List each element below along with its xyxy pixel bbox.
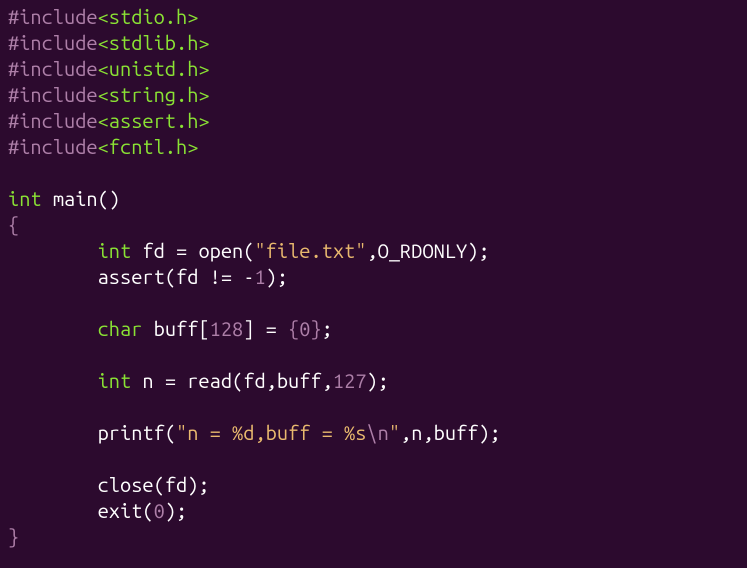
number-zero: 0 xyxy=(154,499,165,522)
line-assert: assert(fd != -1); xyxy=(8,265,288,288)
include-line-4: #include<string.h> xyxy=(8,83,210,106)
line-exit: exit(0); xyxy=(8,499,187,522)
read-function: read xyxy=(187,369,232,392)
buff-variable: buff xyxy=(154,317,199,340)
code-block: #include<stdio.h> #include<stdlib.h> #in… xyxy=(8,4,739,550)
open-brace: { xyxy=(8,213,19,236)
printf-function: printf xyxy=(98,421,165,444)
printf-format-string: "n = %d,buff = %s xyxy=(176,421,366,444)
char-keyword: char xyxy=(98,317,143,340)
line-buff-decl: char buff[128] = {0}; xyxy=(8,317,333,340)
include-line-5: #include<assert.h> xyxy=(8,109,210,132)
include-line-1: #include<stdio.h> xyxy=(8,5,198,28)
file-string: "file.txt" xyxy=(254,239,366,262)
main-function: main xyxy=(53,187,98,210)
assert-function: assert xyxy=(98,265,165,288)
include-line-2: #include<stdlib.h> xyxy=(8,31,210,54)
escape-newline: \n xyxy=(366,421,388,444)
close-brace: } xyxy=(8,525,19,548)
exit-function: exit xyxy=(98,499,143,522)
fd-variable: fd xyxy=(142,239,164,262)
include-line-3: #include<unistd.h> xyxy=(8,57,210,80)
open-function: open xyxy=(198,239,243,262)
int-keyword: int xyxy=(8,187,42,210)
close-function: close xyxy=(98,473,154,496)
number-128: 128 xyxy=(210,317,244,340)
line-close: close(fd); xyxy=(8,473,210,496)
number-127: 127 xyxy=(333,369,367,392)
header-name: <stdio.h> xyxy=(98,5,199,28)
header-name: <unistd.h> xyxy=(98,57,210,80)
hash-include: #include xyxy=(8,83,98,106)
line-printf: printf("n = %d,buff = %s\n",n,buff); xyxy=(8,421,501,444)
line-read: int n = read(fd,buff,127); xyxy=(8,369,389,392)
main-signature: int main() xyxy=(8,187,120,210)
header-name: <assert.h> xyxy=(98,109,210,132)
hash-include: #include xyxy=(8,109,98,132)
header-name: <stdlib.h> xyxy=(98,31,210,54)
header-name: <fcntl.h> xyxy=(98,135,199,158)
int-keyword: int xyxy=(98,239,132,262)
int-keyword: int xyxy=(98,369,132,392)
include-line-6: #include<fcntl.h> xyxy=(8,135,198,158)
o-rdonly-constant: O_RDONLY xyxy=(378,239,468,262)
line-fd-open: int fd = open("file.txt",O_RDONLY); xyxy=(8,239,490,262)
number-one: 1 xyxy=(254,265,265,288)
hash-include: #include xyxy=(8,5,98,28)
n-variable: n xyxy=(142,369,153,392)
open-paren: ( xyxy=(98,187,109,210)
hash-include: #include xyxy=(8,135,98,158)
hash-include: #include xyxy=(8,31,98,54)
header-name: <string.h> xyxy=(98,83,210,106)
hash-include: #include xyxy=(8,57,98,80)
number-zero: 0 xyxy=(299,317,310,340)
close-paren: ) xyxy=(109,187,120,210)
